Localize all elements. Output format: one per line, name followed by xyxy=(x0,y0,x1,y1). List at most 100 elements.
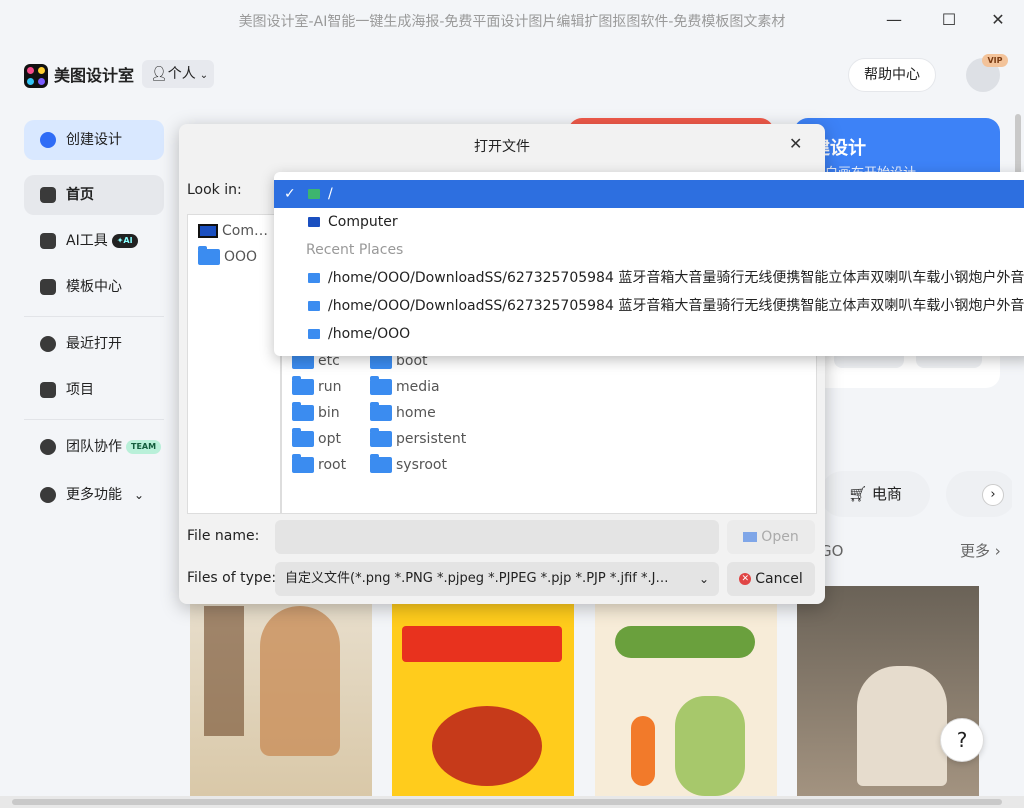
dropdown-option-root[interactable]: ✓ / xyxy=(274,180,1024,208)
home-icon xyxy=(40,187,56,203)
dropdown-option-recent[interactable]: /home/OOO/DownloadSS/627325705984 蓝牙音箱大音… xyxy=(274,264,1024,292)
folder-icon xyxy=(370,454,392,473)
folder-icon xyxy=(308,301,320,311)
close-icon[interactable]: ✕ xyxy=(789,134,802,153)
create-design-label: 创建设计 xyxy=(66,132,122,148)
dropdown-option-recent[interactable]: /home/OOO xyxy=(274,320,1024,348)
file-name-input[interactable] xyxy=(275,520,719,554)
template-thumbnail[interactable] xyxy=(392,586,574,796)
more-link[interactable]: 更多 › xyxy=(960,540,1001,561)
sidebar-item-team[interactable]: 团队协作 TEAM xyxy=(24,427,164,467)
look-in-dropdown: ✓ / Computer Recent Places /home/OOO/Dow… xyxy=(274,172,1024,356)
chevron-down-icon: ⌄ xyxy=(199,70,209,81)
sidebar-item-label: 首页 xyxy=(66,187,94,203)
more-label: 更多 xyxy=(960,542,991,560)
folder-icon xyxy=(198,246,220,265)
horizontal-scrollbar[interactable] xyxy=(0,796,1024,808)
brand-name: 美图设计室 xyxy=(54,66,135,85)
sidebar-item-label: 最近打开 xyxy=(66,336,122,352)
place-label: Com… xyxy=(222,223,268,239)
folder-label: persistent xyxy=(396,431,467,447)
folder-icon xyxy=(370,428,392,447)
sidebar-item-label: 项目 xyxy=(66,382,94,398)
sidebar-item-label: AI工具 xyxy=(66,233,108,249)
category-next[interactable] xyxy=(946,471,1016,517)
folder-icon xyxy=(370,376,392,395)
folder-label: bin xyxy=(318,405,340,421)
folder-icon xyxy=(308,273,320,283)
sidebar-item-home[interactable]: 首页 xyxy=(24,175,164,215)
sidebar-item-ai-tools[interactable]: AI工具 ✦AI xyxy=(24,221,164,261)
template-thumbnail[interactable] xyxy=(190,586,372,796)
chevron-right-icon[interactable]: › xyxy=(982,484,1004,506)
folder-label: sysroot xyxy=(396,457,447,473)
folder-item[interactable]: run xyxy=(292,376,342,397)
poster-banner xyxy=(402,626,562,662)
folder-item[interactable]: home xyxy=(370,402,436,423)
folder-icon xyxy=(292,454,314,473)
calligraphy-art xyxy=(204,606,244,736)
cancel-button[interactable]: ✕ Cancel xyxy=(727,562,815,596)
files-of-type-select[interactable]: 自定义文件(*.png *.PNG *.pjpeg *.PJPEG *.pjp … xyxy=(275,562,719,596)
figure-art xyxy=(260,606,340,756)
dropdown-option-computer[interactable]: Computer xyxy=(274,208,1024,236)
divider xyxy=(24,316,164,317)
dish-art xyxy=(432,706,542,786)
sidebar-item-more[interactable]: 更多功能 ⌄ xyxy=(24,475,164,515)
sidebar-item-label: 更多功能 xyxy=(66,487,122,503)
vip-badge: VIP xyxy=(982,54,1008,67)
files-of-type-label: Files of type: xyxy=(187,570,277,586)
minimize-icon[interactable]: — xyxy=(882,8,906,32)
ai-tag: ✦AI xyxy=(111,234,138,248)
place-home[interactable]: OOO xyxy=(198,246,257,267)
close-window-icon[interactable]: ✕ xyxy=(986,8,1010,32)
photo-art xyxy=(857,666,947,786)
template-thumbnail[interactable] xyxy=(797,586,979,796)
category-ecommerce[interactable]: 🛒︎ 电商 xyxy=(820,471,930,517)
folder-item[interactable]: opt xyxy=(292,428,341,449)
help-question-button[interactable]: ? xyxy=(940,718,984,762)
dropdown-option-recent[interactable]: /home/OOO/DownloadSS/627325705984 蓝牙音箱大音… xyxy=(274,292,1024,320)
folder-icon xyxy=(292,376,314,395)
drive-icon xyxy=(308,189,320,199)
team-tag: TEAM xyxy=(126,440,162,454)
cancel-label: Cancel xyxy=(755,571,803,587)
help-center-button[interactable]: 帮助中心 xyxy=(848,58,936,92)
look-in-label: Look in: xyxy=(187,182,242,198)
folder-label: run xyxy=(318,379,342,395)
option-label: /home/OOO/DownloadSS/627325705984 蓝牙音箱大音… xyxy=(328,270,1024,286)
chevron-down-icon: ⌄ xyxy=(698,572,709,586)
title-bar: 美图设计室-AI智能一键生成海报-免费平面设计图片编辑扩图抠图软件-免费模板图文… xyxy=(0,0,1024,40)
sidebar-item-recent[interactable]: 最近打开 xyxy=(24,324,164,364)
sidebar-item-projects[interactable]: 项目 xyxy=(24,370,164,410)
dialog-title: 打开文件 xyxy=(474,139,530,155)
option-label: /home/OOO xyxy=(328,326,411,342)
open-button[interactable]: Open xyxy=(727,520,815,554)
cancel-icon: ✕ xyxy=(739,573,752,585)
folder-label: opt xyxy=(318,431,341,447)
account-switcher[interactable]: 👤︎个人 ⌄ xyxy=(142,60,214,88)
folder-label: home xyxy=(396,405,436,421)
checkmark-icon: ✓ xyxy=(284,186,296,202)
folder-item[interactable]: root xyxy=(292,454,346,475)
template-thumbnail[interactable] xyxy=(595,586,777,796)
sidebar-item-label: 模板中心 xyxy=(66,279,122,295)
team-icon xyxy=(40,439,56,455)
chevron-down-icon: ⌄ xyxy=(134,488,145,502)
maximize-icon[interactable]: ☐ xyxy=(937,8,961,32)
places-sidebar: Com… OOO xyxy=(187,214,281,514)
option-label: Computer xyxy=(328,214,398,230)
folder-item[interactable]: bin xyxy=(292,402,340,423)
category-label: 电商 xyxy=(871,485,902,503)
character-art xyxy=(675,696,745,796)
folder-item[interactable]: persistent xyxy=(370,428,467,449)
place-computer[interactable]: Com… xyxy=(198,221,268,241)
folder-icon xyxy=(40,382,56,398)
open-label: Open xyxy=(761,529,799,545)
sidebar-item-templates[interactable]: 模板中心 xyxy=(24,267,164,307)
folder-item[interactable]: media xyxy=(370,376,440,397)
folder-item[interactable]: sysroot xyxy=(370,454,447,475)
clock-icon xyxy=(40,336,56,352)
folder-icon xyxy=(308,329,320,339)
create-design-button[interactable]: 创建设计 xyxy=(24,120,164,160)
